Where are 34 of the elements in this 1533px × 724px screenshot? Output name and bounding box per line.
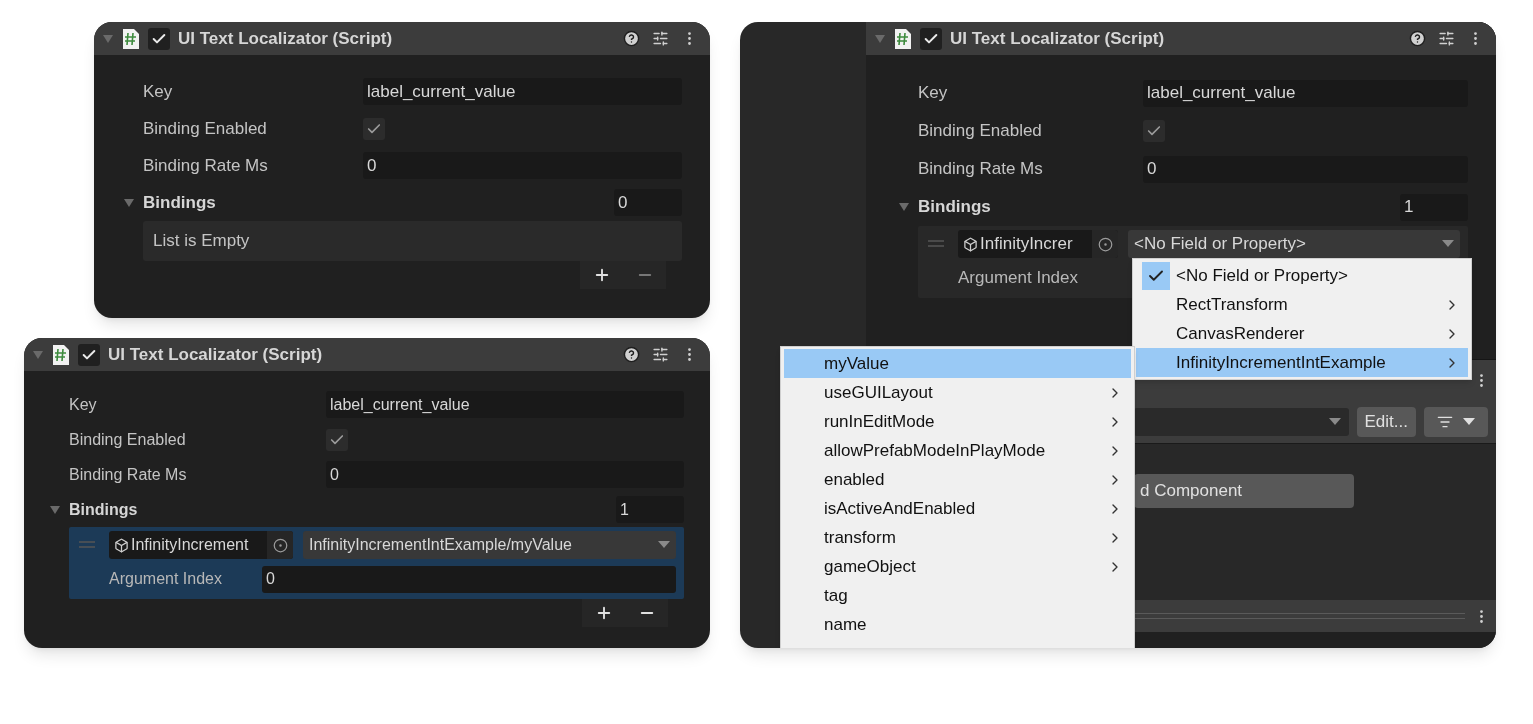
menu-item-label: transform	[824, 526, 896, 549]
bindings-label: Bindings	[143, 191, 216, 214]
menu-item-label: useGUILayout	[824, 381, 933, 404]
field-label: Binding Enabled	[918, 120, 1043, 143]
menu-item-label: <No Field or Property>	[1176, 264, 1348, 287]
argument-label: Argument Index	[109, 569, 223, 589]
field-label: Binding Enabled	[143, 117, 268, 140]
component-title: UI Text Localizator (Script)	[178, 27, 393, 50]
bindings-label: Bindings	[69, 499, 138, 520]
field-label: Binding Rate Ms	[918, 158, 1044, 181]
menu-item-label: myValue	[824, 352, 889, 375]
menu-item-label: allowPrefabModeInPlayMode	[824, 439, 1046, 462]
menu-item-label: isActiveAndEnabled	[824, 497, 976, 520]
field-label: Key	[69, 394, 98, 415]
menu-item-label: name	[824, 613, 867, 636]
menu-item-label: CanvasRenderer	[1176, 322, 1305, 345]
empty-list-text: List is Empty	[153, 230, 250, 253]
component-title: UI Text Localizator (Script)	[108, 343, 323, 366]
menu-item-label: RectTransform	[1176, 293, 1288, 316]
object-name: InfinityIncrer	[980, 233, 1073, 256]
menu-item-label: InfinityIncrementIntExample	[1176, 351, 1386, 374]
argument-label: Argument Index	[958, 267, 1079, 290]
bindings-label: Bindings	[918, 196, 991, 219]
object-name: InfinityIncrement	[131, 535, 249, 555]
menu-item-label: gameObject	[824, 555, 916, 578]
component-title: UI Text Localizator (Script)	[950, 27, 1165, 50]
field-label: Key	[918, 82, 949, 105]
menu-item-label: runInEditMode	[824, 410, 935, 433]
menu-item-label: enabled	[824, 468, 885, 491]
field-label: Key	[143, 80, 174, 103]
field-label: Binding Rate Ms	[143, 154, 269, 177]
menu-item-label: tag	[824, 584, 848, 607]
field-label: Binding Rate Ms	[69, 464, 188, 485]
field-label: Binding Enabled	[69, 429, 187, 450]
